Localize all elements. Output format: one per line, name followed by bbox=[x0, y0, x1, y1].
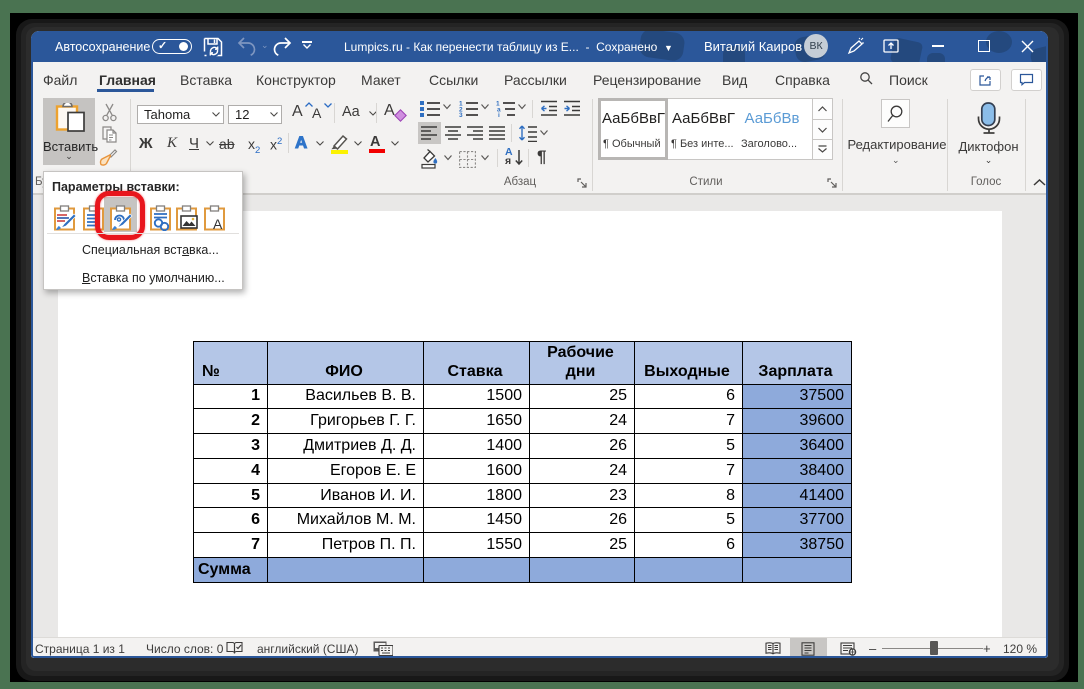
svg-text:3: 3 bbox=[459, 112, 463, 117]
svg-text:A: A bbox=[213, 216, 223, 231]
svg-text:i: i bbox=[498, 112, 500, 117]
